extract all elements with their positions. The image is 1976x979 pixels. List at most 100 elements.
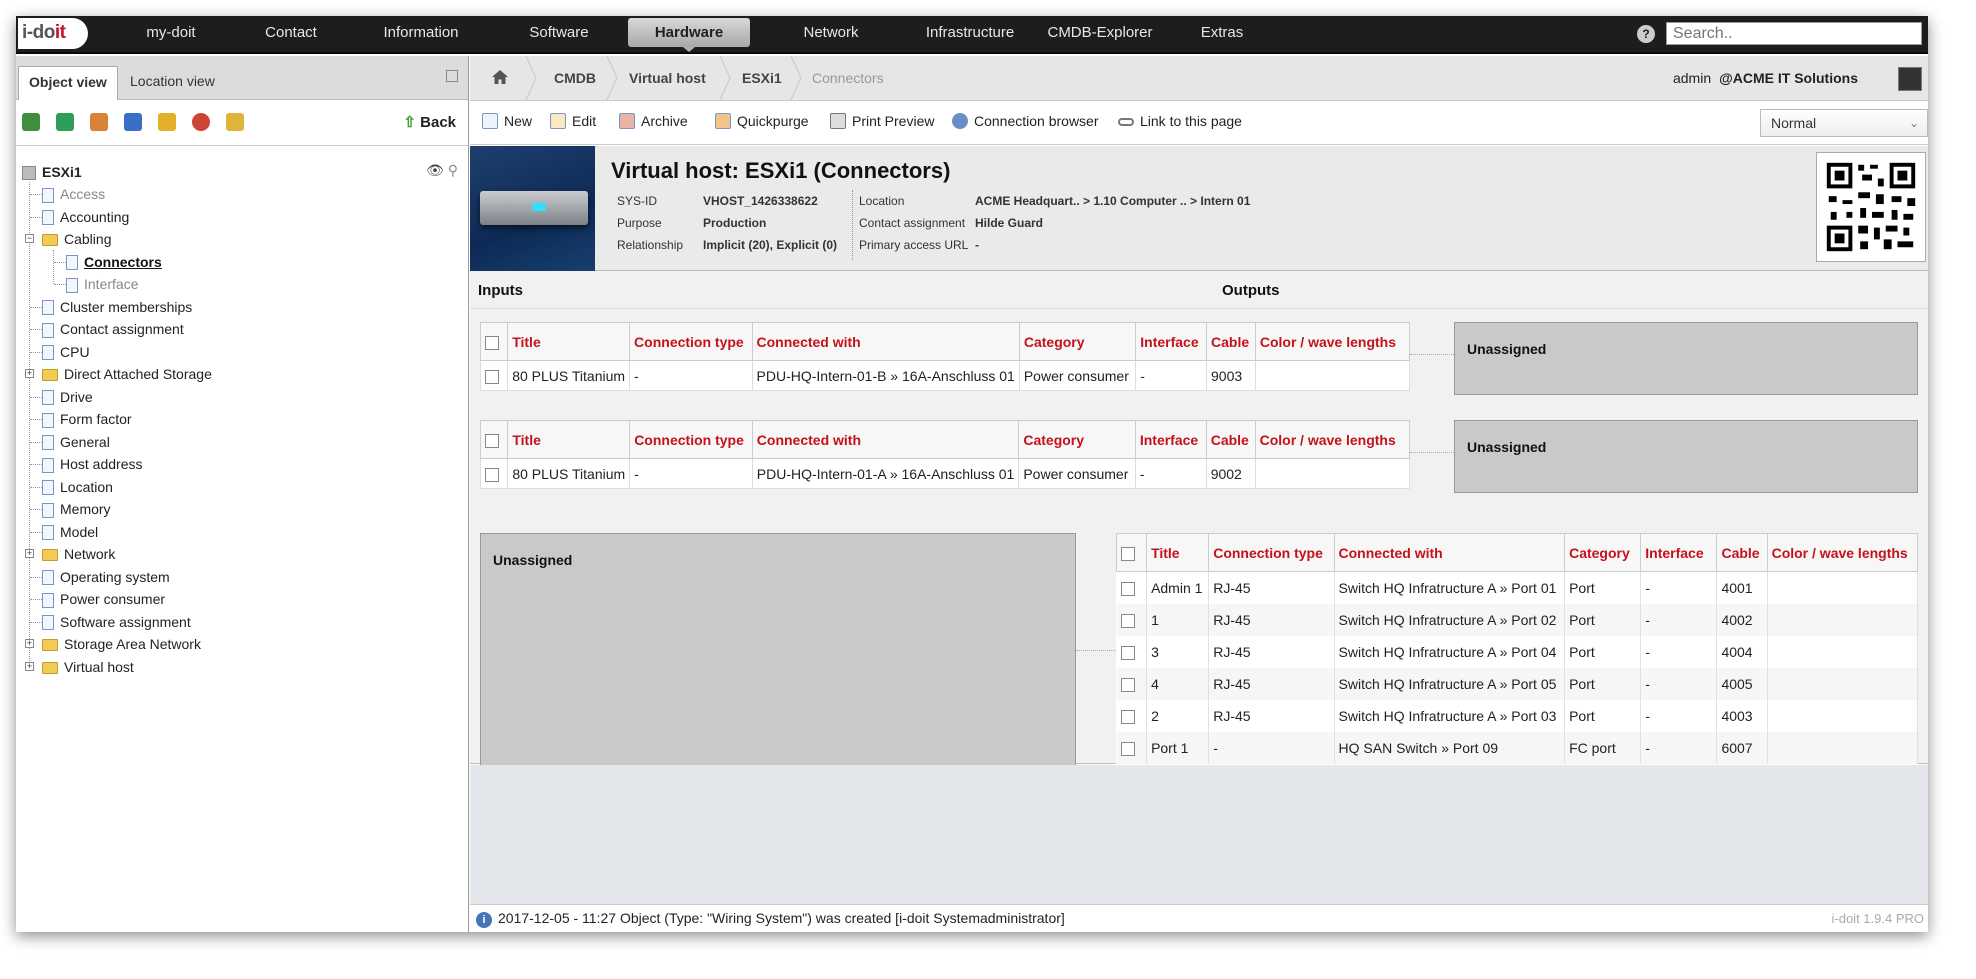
shield-icon[interactable]: [158, 113, 176, 131]
expand-icon[interactable]: +: [25, 549, 34, 558]
nav-information[interactable]: Information: [366, 16, 476, 54]
table-row[interactable]: 3 RJ-45 Switch HQ Infratructure A » Port 0…: [1116, 635, 1919, 668]
column-header[interactable]: Color / wave lengths: [1766, 533, 1919, 572]
select-all-checkbox[interactable]: [485, 335, 499, 350]
table-row[interactable]: 1 RJ-45 Switch HQ Infratructure A » Port 0…: [1116, 603, 1919, 636]
tree-item-location[interactable]: Location: [42, 477, 113, 497]
row-checkbox[interactable]: [1120, 581, 1135, 596]
column-header[interactable]: Connected with: [751, 322, 1020, 361]
connection-browser-button[interactable]: Connection browser: [952, 113, 1099, 129]
tree-item-direct-attached-storage[interactable]: Direct Attached Storage: [42, 364, 212, 384]
tree-item-power-consumer[interactable]: Power consumer: [42, 589, 165, 609]
column-header[interactable]: Category: [1018, 420, 1136, 459]
select-all-checkbox[interactable]: [1121, 546, 1135, 561]
lock-icon[interactable]: [226, 113, 244, 131]
tree-item-drive[interactable]: Drive: [42, 387, 93, 407]
table-row[interactable]: 80 PLUS Titanium - PDU-HQ-Intern-01-A » 16…: [479, 458, 1411, 489]
expand-icon[interactable]: +: [25, 639, 34, 648]
tree-item-access[interactable]: Access: [42, 184, 105, 204]
qr-code[interactable]: [1816, 152, 1926, 262]
row-checkbox[interactable]: [1120, 741, 1135, 756]
table-row[interactable]: Port 1- HQ SAN Switch » Port 09 FC port -60…: [1116, 731, 1919, 764]
print-preview-button[interactable]: Print Preview: [830, 113, 934, 129]
tree-item-contact-assignment[interactable]: Contact assignment: [42, 319, 184, 339]
nav-extras[interactable]: Extras: [1172, 16, 1272, 54]
row-checkbox[interactable]: [1120, 645, 1135, 660]
tree-item-host-address[interactable]: Host address: [42, 454, 142, 474]
nav-contact[interactable]: Contact: [246, 16, 336, 54]
tree-item-storage-area-network[interactable]: Storage Area Network: [42, 634, 201, 654]
table-icon[interactable]: [90, 113, 108, 131]
nav-hardware[interactable]: Hardware: [628, 18, 750, 52]
column-header[interactable]: Color / wave lengths: [1254, 322, 1411, 361]
expand-icon[interactable]: +: [25, 369, 34, 378]
table-row[interactable]: 2 RJ-45 Switch HQ Infratructure A » Port 0…: [1116, 699, 1919, 732]
nav-network[interactable]: Network: [776, 16, 886, 54]
tree-item-cpu[interactable]: CPU: [42, 342, 90, 362]
expand-icon[interactable]: [56, 113, 74, 131]
popout-icon[interactable]: [446, 70, 458, 82]
book-icon[interactable]: [124, 113, 142, 131]
search-icon[interactable]: ⚲: [448, 162, 458, 178]
tree-item-network[interactable]: Network: [42, 544, 115, 564]
column-header[interactable]: Connection type: [629, 322, 753, 361]
eye-icon[interactable]: 👁: [426, 162, 444, 178]
column-header[interactable]: Cable: [1206, 322, 1256, 361]
nav-my-doit[interactable]: my-doit: [116, 16, 226, 54]
table-row[interactable]: Admin 1 RJ-45 Switch HQ Infratructure A » …: [1116, 571, 1919, 604]
expand-icon[interactable]: +: [25, 661, 34, 671]
tree-structure-icon[interactable]: [22, 113, 40, 131]
location-value[interactable]: ACME Headquart.. > 1.10 Computer .. > In…: [975, 194, 1250, 208]
edit-button[interactable]: Edit: [550, 113, 596, 129]
column-header[interactable]: Connected with: [1333, 533, 1566, 572]
tree-item-operating-system[interactable]: Operating system: [42, 567, 170, 587]
table-row[interactable]: 4 RJ-45 Switch HQ Infratructure A » Port 0…: [1116, 667, 1919, 700]
column-header[interactable]: Cable: [1205, 420, 1256, 459]
nav-cmdb-explorer[interactable]: CMDB-Explorer: [1030, 16, 1170, 54]
tree-item-cabling[interactable]: Cabling: [42, 229, 111, 249]
row-checkbox[interactable]: [485, 467, 499, 482]
column-header[interactable]: Interface: [1640, 533, 1718, 572]
tree-item-model[interactable]: Model: [42, 522, 98, 542]
tree-item-form-factor[interactable]: Form factor: [42, 409, 132, 429]
view-mode-select[interactable]: Normal ⌄: [1760, 109, 1928, 137]
archive-button[interactable]: Archive: [619, 113, 688, 129]
column-header[interactable]: Title: [507, 322, 631, 361]
help-icon[interactable]: ?: [1637, 25, 1655, 43]
column-header[interactable]: Connection type: [629, 420, 753, 459]
user-info[interactable]: admin @ACME IT Solutions: [1673, 56, 1858, 100]
tree-item-interface[interactable]: Interface: [66, 274, 138, 294]
collapse-icon[interactable]: −: [25, 234, 34, 243]
row-checkbox[interactable]: [1120, 613, 1135, 628]
column-header[interactable]: Cable: [1716, 533, 1768, 572]
crumb-esxi1[interactable]: ESXi1: [742, 56, 782, 100]
link-button[interactable]: Link to this page: [1118, 113, 1242, 129]
tree-item-cluster-memberships[interactable]: Cluster memberships: [42, 297, 192, 317]
crumb-virtual-host[interactable]: Virtual host: [629, 56, 706, 100]
nav-software[interactable]: Software: [504, 16, 614, 54]
column-header[interactable]: Connection type: [1208, 533, 1335, 572]
contact-assignment-value[interactable]: Hilde Guard: [975, 216, 1043, 230]
new-button[interactable]: New: [482, 113, 532, 129]
quickpurge-button[interactable]: Quickpurge: [715, 113, 809, 129]
row-checkbox[interactable]: [1120, 677, 1135, 692]
table-row[interactable]: 80 PLUS Titanium - PDU-HQ-Intern-01-B » 16…: [479, 360, 1411, 391]
row-checkbox[interactable]: [1120, 709, 1135, 724]
tree-item-virtual-host[interactable]: Virtual host: [42, 657, 134, 677]
row-checkbox[interactable]: [485, 369, 499, 384]
chart-icon[interactable]: [192, 113, 210, 131]
nav-infrastructure[interactable]: Infrastructure: [900, 16, 1040, 54]
tab-location-view[interactable]: Location view: [120, 66, 225, 100]
tree-item-connectors[interactable]: Connectors: [66, 252, 162, 272]
i-doit-logo[interactable]: i-doit: [18, 18, 88, 49]
home-icon[interactable]: [492, 70, 508, 84]
tab-object-view[interactable]: Object view: [18, 66, 118, 100]
column-header[interactable]: Title: [507, 420, 631, 459]
tree-root[interactable]: ESXi1: [22, 162, 82, 182]
select-all-checkbox[interactable]: [485, 433, 499, 448]
tree-item-memory[interactable]: Memory: [42, 499, 111, 519]
column-header[interactable]: Category: [1564, 533, 1642, 572]
back-button[interactable]: ⇧ Back: [403, 113, 456, 131]
crumb-cmdb[interactable]: CMDB: [554, 56, 596, 100]
tree-item-accounting[interactable]: Accounting: [42, 207, 129, 227]
